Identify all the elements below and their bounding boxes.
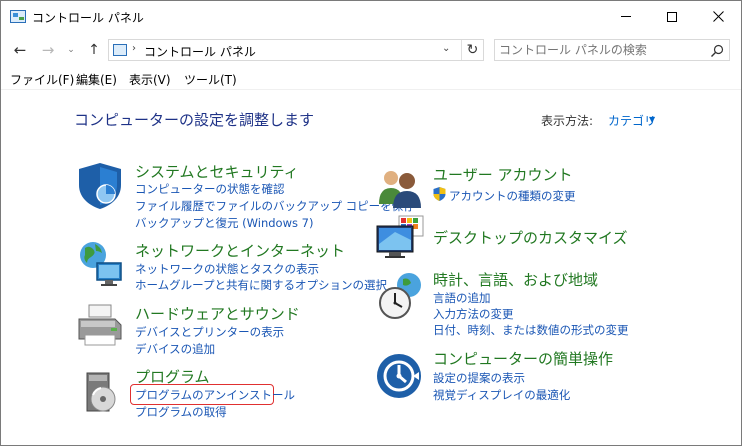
search-input[interactable] [499,42,699,58]
ease-of-access-icon[interactable] [375,351,425,401]
back-arrow-icon: ← [13,41,27,59]
address-dropdown-icon[interactable]: ⌄ [442,43,450,54]
link-get-recommendations[interactable]: 設定の提案の表示 [433,370,525,386]
category-title-ease-of-access[interactable]: コンピューターの簡単操作 [433,348,613,369]
forward-arrow-icon: → [41,41,55,59]
link-devices-printers[interactable]: デバイスとプリンターの表示 [135,324,284,340]
control-panel-icon [113,44,127,56]
back-button[interactable]: ← [10,40,30,60]
link-change-date-format[interactable]: 日付、時刻、または数値の形式の変更 [433,322,629,338]
menu-bar: ファイル(F) 編集(E) 表示(V) ツール(T) [1,69,741,89]
link-uninstall-program[interactable]: プログラムのアンインストール [135,387,295,403]
category-title-network[interactable]: ネットワークとインターネット [135,240,345,261]
link-get-programs[interactable]: プログラムの取得 [135,404,227,420]
breadcrumb-separator[interactable]: › [132,43,136,54]
menu-edit[interactable]: 編集(E) [76,71,117,88]
uac-shield-icon [433,187,446,201]
recent-locations-button[interactable]: ⌄ [61,40,81,60]
link-check-status[interactable]: コンピューターの状態を確認 [135,181,285,197]
link-change-input-method[interactable]: 入力方法の変更 [433,306,514,322]
search-icon[interactable] [709,43,725,59]
menu-divider [1,89,741,90]
menu-tools[interactable]: ツール(T) [184,71,237,88]
link-file-history[interactable]: ファイル履歴でファイルのバックアップ コピーを保存 [135,198,415,214]
printer-icon[interactable] [75,301,125,351]
maximize-icon [667,11,677,22]
clock-globe-icon[interactable] [375,271,425,321]
refresh-button[interactable]: ↻ [461,40,483,60]
search-box[interactable] [494,39,730,61]
page-title: コンピューターの設定を調整します [74,111,315,129]
chevron-down-icon: ⌄ [67,45,75,55]
up-button[interactable]: ↑ [84,40,104,60]
breadcrumb-separator[interactable]: › [239,43,243,54]
control-panel-window: コントロール パネル ← → ⌄ ↑ › コントロール パネル › ⌄ ↻ ファ… [0,0,742,446]
close-icon [712,11,724,22]
minimize-icon [621,16,631,17]
address-bar[interactable]: › コントロール パネル › ⌄ ↻ [108,39,484,61]
maximize-button[interactable] [649,1,695,32]
link-network-status[interactable]: ネットワークの状態とタスクの表示 [135,261,319,277]
category-title-hardware[interactable]: ハードウェアとサウンド [135,303,300,324]
up-arrow-icon: ↑ [88,42,100,58]
view-by-label: 表示方法: [541,114,594,128]
security-shield-icon[interactable] [75,161,125,211]
link-backup-restore[interactable]: バックアップと復元 (Windows 7) [135,215,313,231]
menu-view[interactable]: 表示(V) [129,71,171,88]
network-globe-icon[interactable] [75,239,125,289]
close-button[interactable] [695,1,741,32]
minimize-button[interactable] [603,1,649,32]
link-change-account-type[interactable]: アカウントの種類の変更 [449,188,576,204]
refresh-icon: ↻ [466,42,479,58]
category-title-system-security[interactable]: システムとセキュリティ [135,161,299,182]
category-title-appearance[interactable]: デスクトップのカスタマイズ [433,227,628,248]
link-optimize-display[interactable]: 視覚ディスプレイの最適化 [433,387,570,403]
link-add-device[interactable]: デバイスの追加 [135,341,215,357]
desktop-customize-icon[interactable] [375,214,425,264]
link-homegroup[interactable]: ホームグループと共有に関するオプションの選択 [135,277,387,293]
menu-file[interactable]: ファイル(F) [10,71,74,88]
window-title: コントロール パネル [32,11,144,25]
users-icon[interactable] [375,164,425,214]
dropdown-arrow-icon[interactable]: ▼ [649,115,655,124]
category-title-clock-region[interactable]: 時計、言語、および地域 [433,269,598,290]
link-add-language[interactable]: 言語の追加 [433,290,491,306]
title-bar: コントロール パネル [1,1,741,32]
control-panel-icon [10,10,26,23]
forward-button[interactable]: → [38,40,58,60]
category-title-user-accounts[interactable]: ユーザー アカウント [433,164,572,185]
programs-disc-icon[interactable] [75,367,125,417]
